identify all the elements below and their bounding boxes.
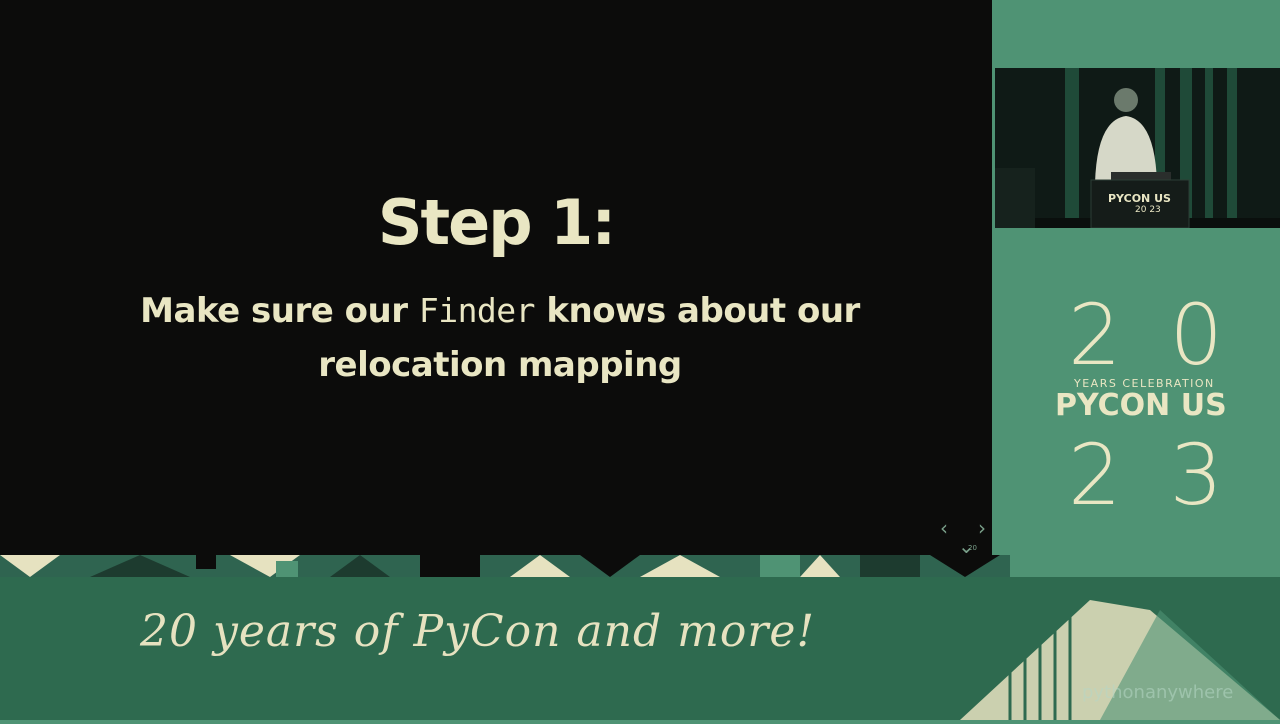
chevron-right-icon[interactable]: › (978, 518, 986, 538)
presentation-slide: Step 1: Make sure our Finder knows about… (0, 0, 992, 556)
podium-years: 20 23 (1135, 205, 1161, 215)
sponsor-logo: pythonanywhere (1082, 682, 1234, 703)
pyramid-graphic (950, 590, 1280, 724)
logo-number-bottom: 23 (1068, 426, 1271, 524)
slide-navigation: ‹ › ⌄ 20 (938, 516, 992, 556)
banner-tagline: 20 years of PyCon and more! (140, 606, 816, 657)
slide-number: 20 (968, 544, 977, 552)
slide-body: Make sure our Finder knows about our rel… (50, 284, 950, 392)
slide-body-code: Finder (418, 291, 536, 330)
logo-name: PYCON US (1055, 388, 1227, 423)
speaker-camera-feed: PYCON US 20 23 (995, 68, 1280, 228)
podium-label: PYCON US (1108, 192, 1171, 205)
logo-number-top: 20 (1068, 286, 1271, 384)
decorative-pattern-strip (0, 555, 1010, 577)
slide-title: Step 1: (377, 186, 616, 259)
slide-body-text-start: Make sure our (140, 291, 419, 331)
event-logo-panel: 20 YEARS CELEBRATION PYCON US 23 (1010, 246, 1280, 566)
chevron-left-icon[interactable]: ‹ (940, 518, 948, 538)
